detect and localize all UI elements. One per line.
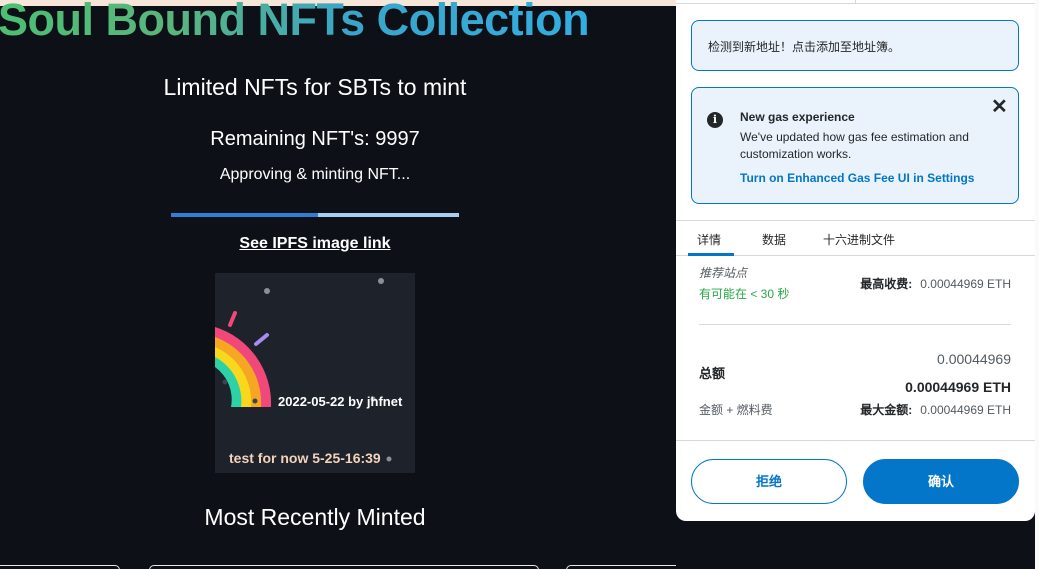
total-eth: 0.00044969 ETH	[905, 379, 1011, 395]
active-tab-indicator	[688, 253, 734, 256]
wallet-header-strip	[676, 0, 1035, 4]
close-icon[interactable]: ✕	[991, 97, 1008, 117]
total-amount: 0.00044969	[937, 351, 1011, 367]
wallet-popup: 检测到新地址！点击添加至地址簿。 i New gas experience We…	[676, 0, 1035, 521]
header-field	[676, 0, 856, 4]
subtitle: Limited NFTs for SBTs to mint	[163, 74, 467, 100]
enhanced-gas-settings-link[interactable]: Turn on Enhanced Gas Fee UI in Settings	[740, 171, 974, 185]
reject-button[interactable]: 拒绝	[691, 459, 847, 504]
tab-data[interactable]: 数据	[762, 231, 786, 248]
ipfs-image-link[interactable]: See IPFS image link	[0, 235, 630, 253]
collection-title: Soul Bound NFTs Collection	[0, 0, 590, 46]
nft-image: 2022-05-22 by jhfnet test for now 5-25-1…	[215, 273, 415, 473]
tab-hex[interactable]: 十六进制文件	[823, 231, 895, 248]
max-amount-value: 0.00044969 ETH	[920, 403, 1011, 417]
suggested-site-label[interactable]: 推荐站点	[699, 264, 747, 281]
max-amount: 最大金额: 0.00044969 ETH	[860, 401, 1011, 418]
gas-banner-body: We've updated how gas fee estimation and…	[740, 130, 969, 161]
footer-divider	[676, 440, 1035, 441]
gas-banner-title: New gas experience	[740, 110, 855, 124]
max-fee: 最高收费: 0.00044969 ETH	[860, 275, 1011, 292]
max-fee-label: 最高收费:	[860, 277, 913, 291]
gas-experience-banner: i New gas experience We've updated how g…	[691, 87, 1019, 204]
tab-details[interactable]: 详情	[697, 231, 721, 248]
remaining-count: Remaining NFT's: 9997	[210, 128, 420, 150]
recent-card[interactable]	[0, 565, 120, 569]
confirm-button[interactable]: 确认	[863, 459, 1019, 504]
estimated-time: 有可能在 < 30 秒	[699, 287, 790, 301]
mint-progress-fill	[171, 213, 318, 217]
nft-date-line: 2022-05-22 by jhfnet	[278, 394, 403, 409]
window-edge	[1035, 0, 1039, 569]
recent-heading: Most Recently Minted	[204, 504, 426, 530]
divider	[699, 324, 1011, 325]
rainbow-artwork	[215, 278, 392, 462]
info-icon: i	[707, 112, 723, 128]
nft-caption: test for now 5-25-16:39	[229, 450, 381, 466]
mint-status: Approving & minting NFT...	[219, 166, 411, 183]
dapp-page: Soul Bound NFTs Collection Limited NFTs …	[0, 0, 676, 569]
recent-card[interactable]	[566, 565, 676, 569]
new-address-notice[interactable]: 检测到新地址！点击添加至地址簿。	[691, 20, 1019, 71]
max-amount-label: 最大金额:	[860, 403, 913, 417]
total-label: 总额	[699, 366, 726, 381]
max-fee-value: 0.00044969 ETH	[920, 277, 1011, 291]
amount-plus-gas-label: 金额 + 燃料费	[699, 403, 773, 417]
mint-progress-bar	[171, 213, 459, 217]
header-field	[856, 0, 1035, 4]
tab-bar: 详情 数据 十六进制文件	[676, 220, 1035, 256]
recent-card[interactable]	[149, 565, 539, 569]
new-address-text: 检测到新地址！点击添加至地址簿。	[708, 40, 901, 54]
